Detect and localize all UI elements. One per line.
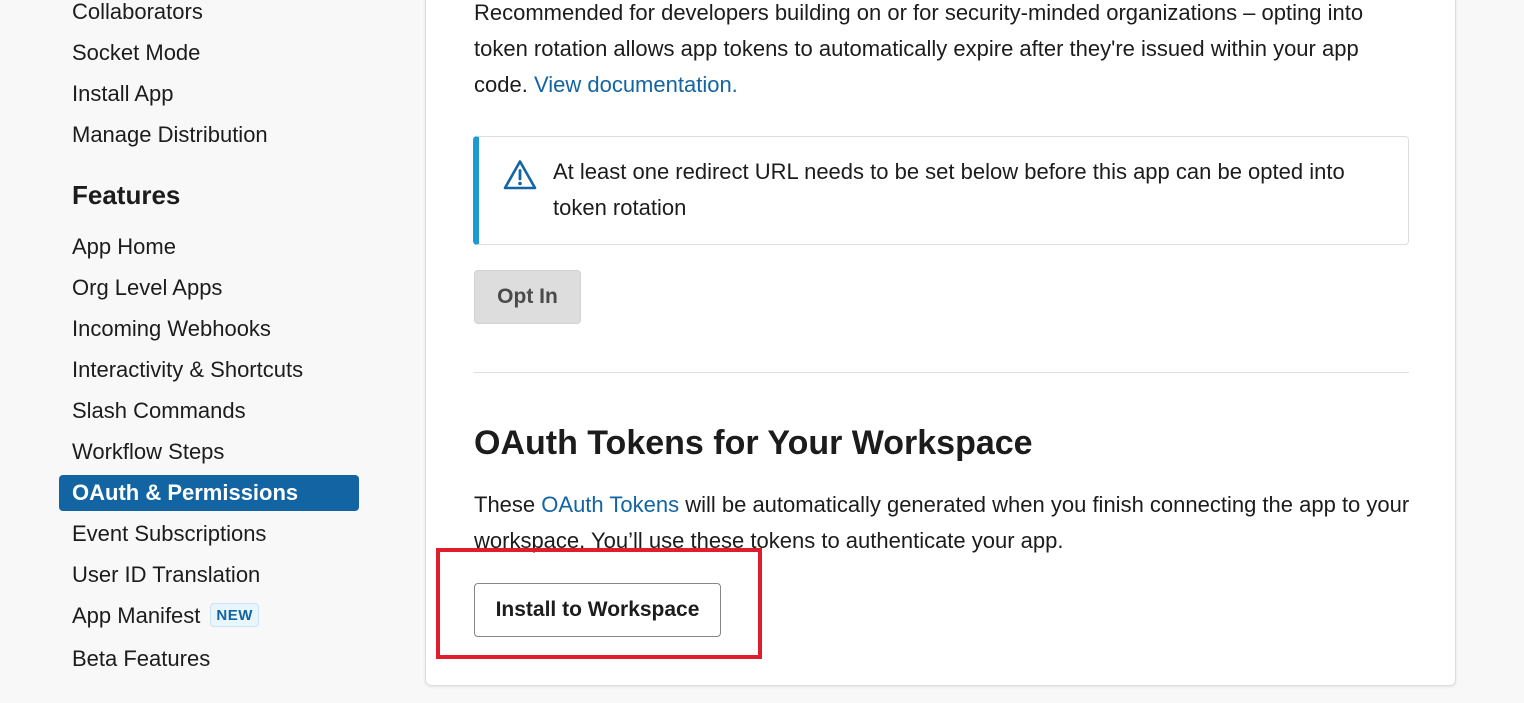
new-badge: NEW [210, 603, 259, 627]
sidebar-item-user-id-translation[interactable]: User ID Translation [59, 557, 359, 593]
sidebar-item-app-manifest[interactable]: App Manifest NEW [59, 598, 359, 634]
token-rotation-description: Recommended for developers building on o… [474, 0, 1414, 103]
oauth-tokens-description: These OAuth Tokens will be automatically… [474, 487, 1414, 559]
sidebar-item-oauth-permissions[interactable]: OAuth & Permissions [59, 475, 359, 511]
sidebar-item-install-app[interactable]: Install App [59, 76, 359, 112]
sidebar-item-slash-commands[interactable]: Slash Commands [59, 393, 359, 429]
oauth-tokens-title: OAuth Tokens for Your Workspace [474, 424, 1033, 462]
sidebar-item-collaborators[interactable]: Collaborators [59, 0, 359, 30]
sidebar-item-interactivity-shortcuts[interactable]: Interactivity & Shortcuts [59, 352, 359, 388]
sidebar-item-label: App Manifest [72, 603, 201, 628]
redirect-url-warning-callout: At least one redirect URL needs to be se… [473, 136, 1409, 245]
sidebar-item-incoming-webhooks[interactable]: Incoming Webhooks [59, 311, 359, 347]
sidebar-heading-features: Features [72, 180, 181, 210]
warning-triangle-icon [503, 160, 537, 190]
sidebar-item-beta-features[interactable]: Beta Features [59, 641, 359, 677]
sidebar-item-event-subscriptions[interactable]: Event Subscriptions [59, 516, 359, 552]
view-documentation-link[interactable]: View documentation. [534, 72, 738, 97]
oauth-tokens-link[interactable]: OAuth Tokens [541, 492, 679, 517]
sidebar-item-org-level-apps[interactable]: Org Level Apps [59, 270, 359, 306]
sidebar-item-app-home[interactable]: App Home [59, 229, 359, 265]
opt-in-button[interactable]: Opt In [474, 270, 581, 324]
sidebar: Collaborators Socket Mode Install App Ma… [0, 0, 410, 703]
install-to-workspace-button[interactable]: Install to Workspace [474, 583, 721, 637]
sidebar-item-manage-distribution[interactable]: Manage Distribution [59, 117, 359, 153]
sidebar-item-workflow-steps[interactable]: Workflow Steps [59, 434, 359, 470]
main-card: Recommended for developers building on o… [425, 0, 1456, 686]
section-divider [474, 372, 1409, 373]
sidebar-item-socket-mode[interactable]: Socket Mode [59, 35, 359, 71]
warning-text: At least one redirect URL needs to be se… [553, 159, 1345, 220]
oauth-desc-before: These [474, 492, 536, 517]
